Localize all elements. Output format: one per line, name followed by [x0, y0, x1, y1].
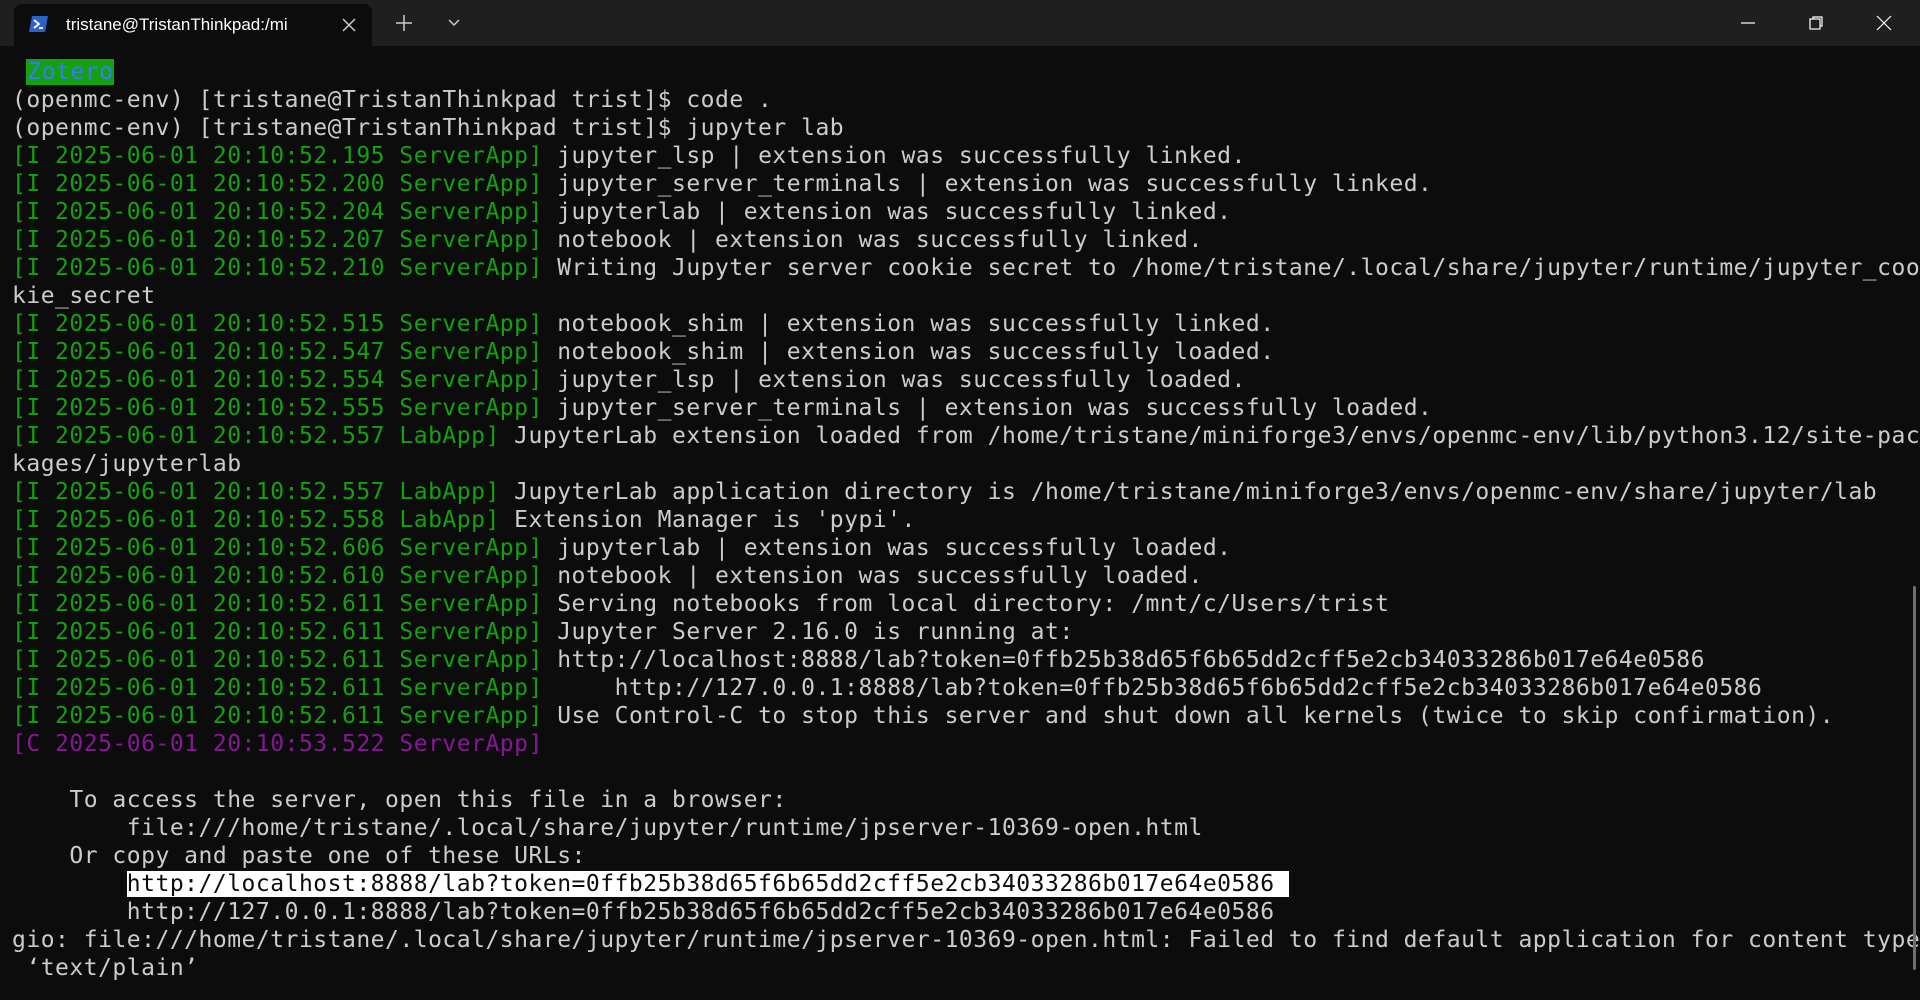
log-line: [I 2025-06-01 20:10:52.606 ServerApp] ju…	[12, 534, 1902, 562]
log-line: kie_secret	[12, 282, 1902, 310]
log-line: [I 2025-06-01 20:10:52.204 ServerApp] ju…	[12, 198, 1902, 226]
log-prefix: [I 2025-06-01 20:10:52.200 ServerApp]	[12, 171, 543, 197]
log-prefix: [I 2025-06-01 20:10:52.611 ServerApp]	[12, 647, 543, 673]
log-message: notebook_shim | extension was successful…	[542, 339, 1275, 365]
log-prefix: [I 2025-06-01 20:10:52.195 ServerApp]	[12, 143, 543, 169]
log-line: [I 2025-06-01 20:10:52.200 ServerApp] ju…	[12, 170, 1902, 198]
close-window-button[interactable]	[1850, 0, 1918, 46]
log-prefix: [I 2025-06-01 20:10:52.554 ServerApp]	[12, 367, 543, 393]
terminal-line: [C 2025-06-01 20:10:53.522 ServerApp]	[12, 731, 543, 757]
terminal-line: ‘text/plain’	[12, 955, 199, 981]
restore-icon	[1809, 16, 1823, 30]
scrollbar[interactable]	[1908, 46, 1920, 1000]
terminal-line: gio: file:///home/tristane/.local/share/…	[12, 927, 1920, 953]
log-message: jupyterlab | extension was successfully …	[542, 199, 1232, 225]
log-message: http://localhost:8888/lab?token=0ffb25b3…	[542, 647, 1705, 673]
url-indent	[12, 871, 127, 897]
log-line: [I 2025-06-01 20:10:52.611 ServerApp] Us…	[12, 702, 1902, 730]
log-prefix: [I 2025-06-01 20:10:52.210 ServerApp]	[12, 255, 543, 281]
terminal-line: (openmc-env) [tristane@TristanThinkpad t…	[12, 87, 773, 113]
log-line: [I 2025-06-01 20:10:52.611 ServerApp] ht…	[12, 646, 1902, 674]
log-message: jupyterlab | extension was successfully …	[542, 535, 1232, 561]
log-line: [I 2025-06-01 20:10:52.611 ServerApp] Ju…	[12, 618, 1902, 646]
log-line: [I 2025-06-01 20:10:52.554 ServerApp] ju…	[12, 366, 1902, 394]
selected-url[interactable]: http://localhost:8888/lab?token=0ffb25b3…	[126, 871, 1289, 897]
log-message: Extension Manager is 'pypi'.	[499, 507, 916, 533]
log-prefix: [I 2025-06-01 20:10:52.557 LabApp]	[12, 423, 500, 449]
log-message: jupyter_lsp | extension was successfully…	[542, 143, 1246, 169]
log-prefix: [I 2025-06-01 20:10:52.611 ServerApp]	[12, 703, 543, 729]
log-message: Jupyter Server 2.16.0 is running at:	[542, 619, 1074, 645]
log-line: [I 2025-06-01 20:10:52.611 ServerApp] ht…	[12, 674, 1902, 702]
log-line: [I 2025-06-01 20:10:52.610 ServerApp] no…	[12, 562, 1902, 590]
log-message: jupyter_server_terminals | extension was…	[542, 171, 1433, 197]
log-line: [I 2025-06-01 20:10:52.515 ServerApp] no…	[12, 310, 1902, 338]
tab-title: tristane@TristanThinkpad:/mi	[66, 15, 288, 34]
log-message: Use Control-C to stop this server and sh…	[542, 703, 1835, 729]
log-line: [I 2025-06-01 20:10:52.558 LabApp] Exten…	[12, 506, 1902, 534]
log-message: http://127.0.0.1:8888/lab?token=0ffb25b3…	[542, 675, 1763, 701]
restore-button[interactable]	[1782, 0, 1850, 46]
log-prefix: [I 2025-06-01 20:10:52.515 ServerApp]	[12, 311, 543, 337]
log-prefix: [I 2025-06-01 20:10:52.207 ServerApp]	[12, 227, 543, 253]
title-bar: tristane@TristanThinkpad:/mi	[0, 0, 1920, 46]
log-message: jupyter_lsp | extension was successfully…	[542, 367, 1246, 393]
terminal-tab[interactable]: tristane@TristanThinkpad:/mi	[14, 4, 372, 46]
terminal-line: file:///home/tristane/.local/share/jupyt…	[12, 815, 1203, 841]
powershell-icon	[29, 16, 48, 32]
close-icon	[1876, 15, 1892, 31]
log-line: [I 2025-06-01 20:10:52.207 ServerApp] no…	[12, 226, 1902, 254]
zotero-badge: Zotero	[26, 59, 115, 85]
log-line: kages/jupyterlab	[12, 450, 1902, 478]
minimize-icon	[1741, 22, 1755, 24]
log-message: JupyterLab extension loaded from /home/t…	[499, 423, 1920, 449]
log-prefix: [I 2025-06-01 20:10:52.611 ServerApp]	[12, 675, 543, 701]
terminal-line: (openmc-env) [tristane@TristanThinkpad t…	[12, 115, 845, 141]
log-message: jupyter_server_terminals | extension was…	[542, 395, 1433, 421]
terminal-line: To access the server, open this file in …	[12, 787, 787, 813]
log-prefix: [I 2025-06-01 20:10:52.557 LabApp]	[12, 479, 500, 505]
log-message: notebook | extension was successfully li…	[542, 227, 1203, 253]
log-message: Writing Jupyter server cookie secret to …	[542, 255, 1920, 281]
scrollbar-thumb[interactable]	[1913, 586, 1916, 970]
log-prefix: [I 2025-06-01 20:10:52.606 ServerApp]	[12, 535, 543, 561]
log-prefix: [I 2025-06-01 20:10:52.204 ServerApp]	[12, 199, 543, 225]
close-tab-icon[interactable]	[338, 14, 360, 36]
log-message: notebook_shim | extension was successful…	[542, 311, 1275, 337]
minimize-button[interactable]	[1714, 0, 1782, 46]
log-message: JupyterLab application directory is /hom…	[499, 479, 1878, 505]
chevron-down-icon[interactable]	[442, 11, 466, 35]
terminal-line: http://127.0.0.1:8888/lab?token=0ffb25b3…	[12, 899, 1275, 925]
log-prefix: [I 2025-06-01 20:10:52.555 ServerApp]	[12, 395, 543, 421]
new-tab-icon[interactable]	[392, 11, 416, 35]
log-line: [I 2025-06-01 20:10:52.555 ServerApp] ju…	[12, 394, 1902, 422]
log-message: notebook | extension was successfully lo…	[542, 563, 1203, 589]
log-prefix: [I 2025-06-01 20:10:52.547 ServerApp]	[12, 339, 543, 365]
log-message: kie_secret	[12, 283, 156, 309]
log-prefix: [I 2025-06-01 20:10:52.611 ServerApp]	[12, 591, 543, 617]
log-line: [I 2025-06-01 20:10:52.557 LabApp] Jupyt…	[12, 422, 1920, 450]
terminal-output[interactable]: Zotero (openmc-env) [tristane@TristanThi…	[0, 46, 1920, 1000]
terminal-line: Or copy and paste one of these URLs:	[12, 843, 586, 869]
log-prefix: [I 2025-06-01 20:10:52.610 ServerApp]	[12, 563, 543, 589]
log-line: [I 2025-06-01 20:10:52.611 ServerApp] Se…	[12, 590, 1902, 618]
log-line: [I 2025-06-01 20:10:52.557 LabApp] Jupyt…	[12, 478, 1902, 506]
log-prefix: [I 2025-06-01 20:10:52.611 ServerApp]	[12, 619, 543, 645]
log-message: kages/jupyterlab	[12, 451, 242, 477]
terminal-line: http://localhost:8888/lab?token=0ffb25b3…	[12, 870, 1902, 898]
log-line: [I 2025-06-01 20:10:52.210 ServerApp] Wr…	[12, 254, 1920, 282]
log-message: Serving notebooks from local directory: …	[542, 591, 1390, 617]
log-line: [I 2025-06-01 20:10:52.195 ServerApp] ju…	[12, 142, 1902, 170]
log-line: [I 2025-06-01 20:10:52.547 ServerApp] no…	[12, 338, 1902, 366]
log-prefix: [I 2025-06-01 20:10:52.558 LabApp]	[12, 507, 500, 533]
terminal-line: Zotero	[12, 58, 1902, 86]
